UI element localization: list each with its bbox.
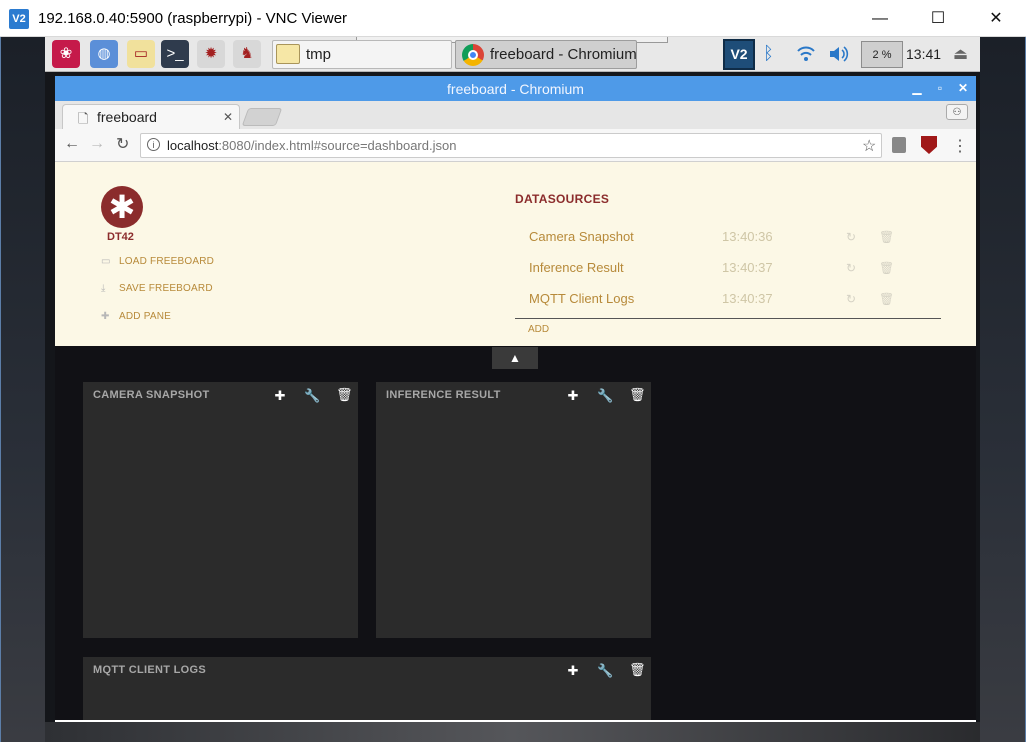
delete-datasource-icon[interactable]: 🗑 <box>879 230 894 244</box>
cpu-monitor[interactable]: 2 % <box>861 41 903 68</box>
extension-icon[interactable] <box>892 137 906 153</box>
terminal-icon[interactable]: >_ <box>161 40 189 68</box>
chevron-up-icon: ▲ <box>509 351 521 365</box>
wifi-icon[interactable] <box>796 41 816 65</box>
volume-icon[interactable] <box>828 43 850 65</box>
web-browser-icon[interactable]: ◍ <box>90 40 118 68</box>
refresh-icon[interactable]: ↻ <box>846 292 856 306</box>
delete-datasource-icon[interactable]: 🗑 <box>879 292 894 306</box>
info-icon[interactable]: i <box>147 138 160 151</box>
tab-title: freeboard <box>97 109 157 125</box>
minimize-icon: — <box>872 10 888 27</box>
add-widget-icon[interactable]: ✚ <box>272 388 288 404</box>
chromium-close-button[interactable]: ✕ <box>954 79 972 97</box>
chromium-icon <box>462 44 484 66</box>
pane-title: MQTT CLIENT LOGS <box>93 664 206 676</box>
remote-desktop-wallpaper-left <box>1 37 45 742</box>
tab-freeboard[interactable]: 🗋 freeboard ✕ <box>62 104 240 130</box>
refresh-icon[interactable]: ↻ <box>846 261 856 275</box>
folder-open-icon: ▭ <box>101 256 111 267</box>
remote-desktop-wallpaper-right <box>980 37 1025 742</box>
maximize-icon: ☐ <box>930 10 946 27</box>
bookmark-star-icon[interactable]: ☆ <box>862 136 876 156</box>
add-datasource-button[interactable]: ADD <box>528 324 549 335</box>
dt42-logo: ✱ <box>101 186 143 228</box>
add-widget-icon[interactable]: ✚ <box>565 663 581 679</box>
menu-dots-icon[interactable]: ⋮ <box>952 136 968 156</box>
datasources-title: DATASOURCES <box>515 192 610 206</box>
refresh-icon[interactable]: ↻ <box>846 230 856 244</box>
vnc-close-button[interactable]: ✕ <box>967 0 1025 37</box>
trash-icon[interactable]: 🗑 <box>629 387 646 403</box>
datasource-last-updated: 13:40:36 <box>722 229 773 244</box>
load-freeboard-button[interactable]: ▭ LOAD FREEBOARD <box>101 256 214 267</box>
remote-desktop-wallpaper-bottom <box>45 722 980 742</box>
back-icon[interactable]: ← <box>64 135 80 153</box>
wrench-icon[interactable]: 🔧 <box>597 388 613 404</box>
pane-camera-snapshot: CAMERA SNAPSHOT ✚ 🔧 🗑 <box>83 382 358 638</box>
mathematica-icon[interactable]: ✹ <box>197 40 225 68</box>
datasources-divider <box>515 318 941 319</box>
vnc-maximize-button[interactable]: ☐ <box>909 0 967 37</box>
logo-text: DT42 <box>107 231 134 243</box>
close-icon: ✕ <box>989 10 1003 27</box>
wrench-icon[interactable]: 🔧 <box>304 388 320 404</box>
chromium-titlebar[interactable]: freeboard - Chromium ▁ ▫ ✕ <box>55 76 976 101</box>
delete-datasource-icon[interactable]: 🗑 <box>879 261 894 275</box>
pane-mqtt-client-logs: MQTT CLIENT LOGS ✚ 🔧 🗑 <box>83 657 651 722</box>
wrench-icon[interactable]: 🔧 <box>597 663 613 679</box>
vnc-app-icon: V2 <box>9 9 29 29</box>
profile-icon[interactable]: ⚇ <box>946 104 968 120</box>
taskbar-task-label: tmp <box>306 46 332 63</box>
datasource-name[interactable]: Inference Result <box>529 260 624 275</box>
chromium-window-title: freeboard - Chromium <box>447 81 584 97</box>
reload-icon[interactable]: ↻ <box>116 134 129 154</box>
plus-icon: ✚ <box>101 311 110 322</box>
raspberry-menu-icon[interactable]: ❀ <box>52 40 80 68</box>
wolfram-icon[interactable]: ♞ <box>233 40 261 68</box>
taskbar-clock[interactable]: 13:41 <box>906 46 941 62</box>
trash-icon[interactable]: 🗑 <box>629 662 646 678</box>
url-text: localhost:8080/index.html#source=dashboa… <box>167 138 457 153</box>
address-bar[interactable]: i localhost:8080/index.html#source=dashb… <box>140 133 882 158</box>
new-tab-button[interactable] <box>241 108 283 126</box>
datasource-last-updated: 13:40:37 <box>722 260 773 275</box>
chromium-window-bottom-edge <box>55 720 976 722</box>
datasource-name[interactable]: Camera Snapshot <box>529 229 634 244</box>
bluetooth-icon[interactable]: ᛒ <box>763 43 777 65</box>
chromium-maximize-button[interactable]: ▫ <box>931 79 949 97</box>
vnc-minimize-button[interactable]: — <box>851 0 909 37</box>
trash-icon[interactable]: 🗑 <box>336 387 353 403</box>
vnc-window-title: 192.168.0.40:5900 (raspberrypi) - VNC Vi… <box>38 10 348 27</box>
vnc-server-tray-icon[interactable]: V2 <box>723 39 755 70</box>
pane-inference-result: INFERENCE RESULT ✚ 🔧 🗑 <box>376 382 651 638</box>
pane-title: CAMERA SNAPSHOT <box>93 389 210 401</box>
pane-title: INFERENCE RESULT <box>386 389 501 401</box>
add-pane-button[interactable]: ✚ ADD PANE <box>101 311 171 322</box>
taskbar-task-label: freeboard - Chromium <box>490 46 637 63</box>
datasource-last-updated: 13:40:37 <box>722 291 773 306</box>
forward-icon[interactable]: → <box>89 135 105 153</box>
add-widget-icon[interactable]: ✚ <box>565 388 581 404</box>
collapse-header-button[interactable]: ▲ <box>492 347 538 369</box>
folder-icon <box>276 44 300 64</box>
close-tab-icon[interactable]: ✕ <box>223 110 233 124</box>
file-manager-icon[interactable]: ▭ <box>127 40 155 68</box>
datasource-name[interactable]: MQTT Client Logs <box>529 291 634 306</box>
download-icon: ⤓ <box>101 283 106 294</box>
save-freeboard-button[interactable]: ⤓ SAVE FREEBOARD <box>101 283 213 294</box>
chromium-minimize-button[interactable]: ▁ <box>908 79 926 97</box>
eject-icon[interactable]: ⏏ <box>953 44 973 64</box>
